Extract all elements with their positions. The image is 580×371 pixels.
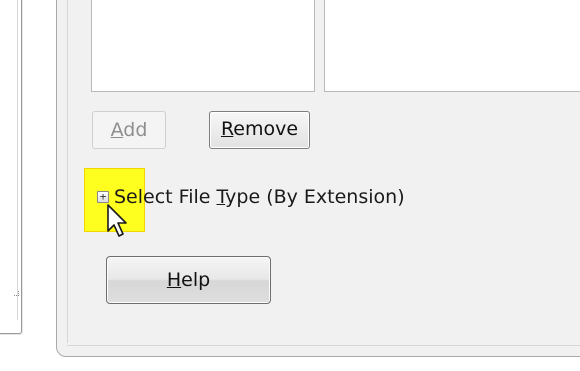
plus-box-icon[interactable]: + bbox=[97, 191, 109, 203]
add-button-label-end: dd bbox=[123, 119, 148, 141]
select-file-type-label[interactable]: Select File Type (By Extension) bbox=[114, 186, 405, 208]
remove-button[interactable]: Remove bbox=[209, 111, 310, 149]
left-panel bbox=[0, 0, 22, 334]
panel-divider bbox=[17, 0, 18, 320]
remove-button-mnemonic: R bbox=[220, 118, 234, 140]
remove-button-label-end: emove bbox=[233, 118, 299, 140]
add-button[interactable]: Add bbox=[92, 111, 166, 149]
frame-inner-bottom bbox=[67, 345, 580, 346]
help-button[interactable]: Help bbox=[106, 256, 271, 304]
help-button-mnemonic: H bbox=[166, 269, 182, 291]
add-button-mnemonic: A bbox=[110, 119, 124, 141]
frame-inner-edge bbox=[67, 0, 68, 343]
mouse-pointer-icon bbox=[107, 204, 127, 237]
extension-list[interactable] bbox=[91, 0, 315, 92]
resize-grip-icon[interactable] bbox=[14, 291, 19, 296]
section-label-end: ype (By Extension) bbox=[225, 186, 405, 208]
section-label-mnemonic: T bbox=[216, 186, 226, 208]
help-button-label-end: elp bbox=[181, 269, 211, 291]
selected-extension-list[interactable] bbox=[324, 0, 580, 92]
